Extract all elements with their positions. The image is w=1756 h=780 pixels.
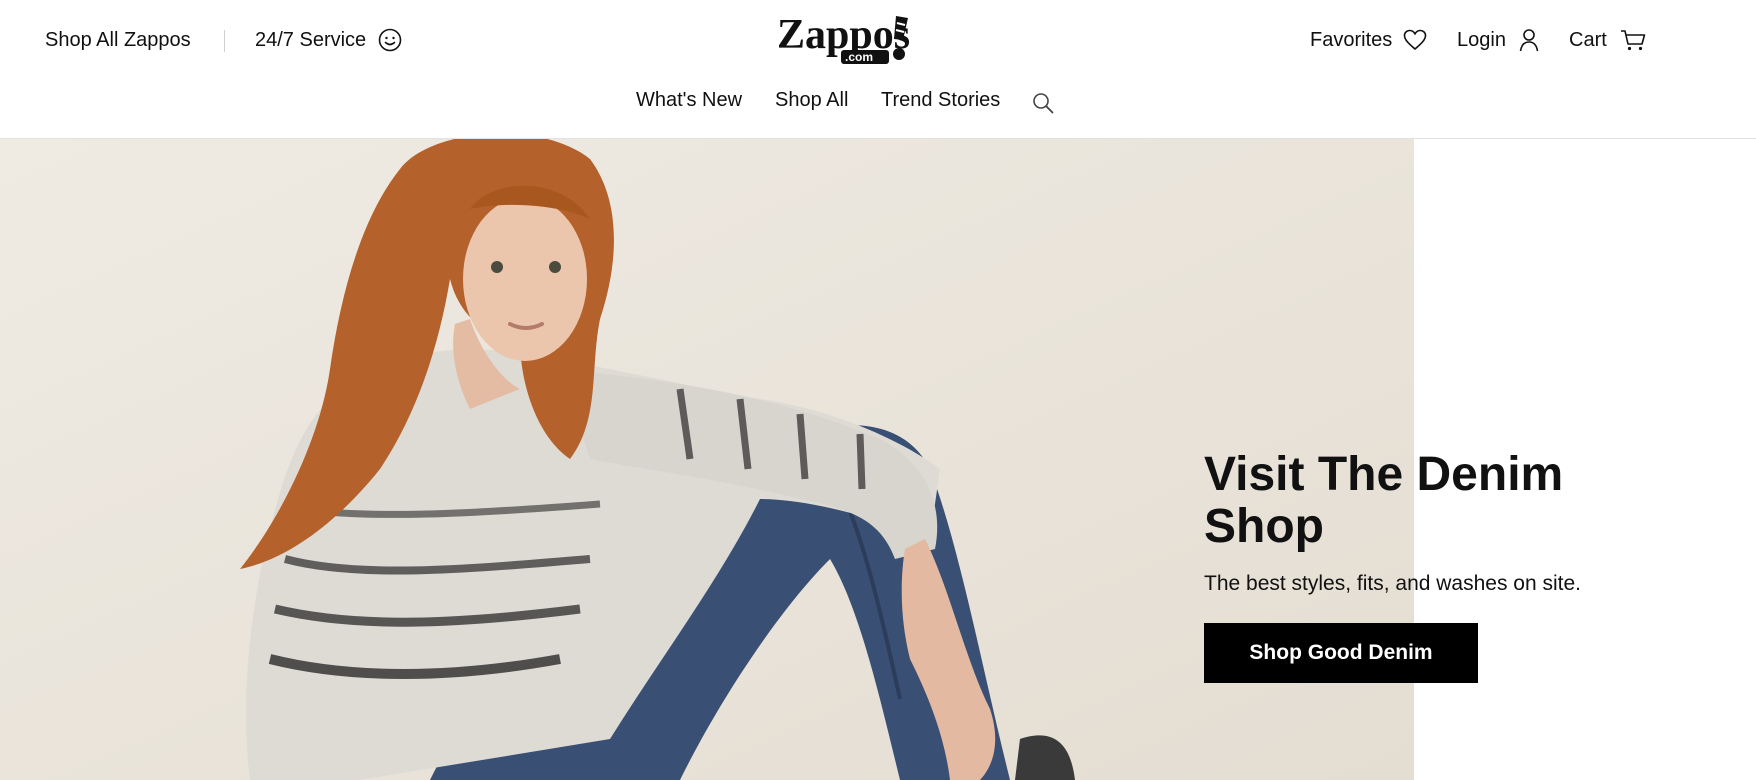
smiley-icon[interactable] — [378, 28, 402, 52]
header-divider — [224, 30, 225, 52]
search-icon[interactable] — [1032, 92, 1054, 114]
service-link[interactable]: 24/7 Service — [255, 28, 366, 52]
cart-link[interactable]: Cart — [1569, 28, 1607, 52]
model-illustration — [0, 139, 1414, 780]
shop-all-zappos-link[interactable]: Shop All Zappos — [45, 28, 191, 52]
nav-whats-new[interactable]: What's New — [636, 88, 742, 112]
heart-icon[interactable] — [1403, 29, 1427, 51]
zappos-logo[interactable]: Zappos .com — [775, 10, 915, 66]
top-header: Shop All Zappos 24/7 Service Zappos .com… — [0, 0, 1756, 139]
shop-good-denim-button[interactable]: Shop Good Denim — [1204, 623, 1478, 683]
nav-trend-stories[interactable]: Trend Stories — [881, 88, 1000, 112]
hero-headline: Visit The Denim Shop — [1204, 448, 1564, 553]
service-label: 24/7 Service — [255, 29, 367, 51]
nav-shop-all[interactable]: Shop All — [775, 88, 848, 112]
hero-photo — [0, 139, 1414, 780]
hero-banner: Visit The Denim Shop The best styles, fi… — [0, 139, 1756, 780]
logo-suffix: .com — [845, 50, 873, 64]
favorites-link[interactable]: Favorites — [1310, 28, 1392, 52]
cart-icon[interactable] — [1620, 29, 1646, 51]
hero-subline: The best styles, fits, and washes on sit… — [1204, 572, 1582, 595]
user-icon[interactable] — [1519, 28, 1539, 52]
login-link[interactable]: Login — [1457, 28, 1506, 52]
